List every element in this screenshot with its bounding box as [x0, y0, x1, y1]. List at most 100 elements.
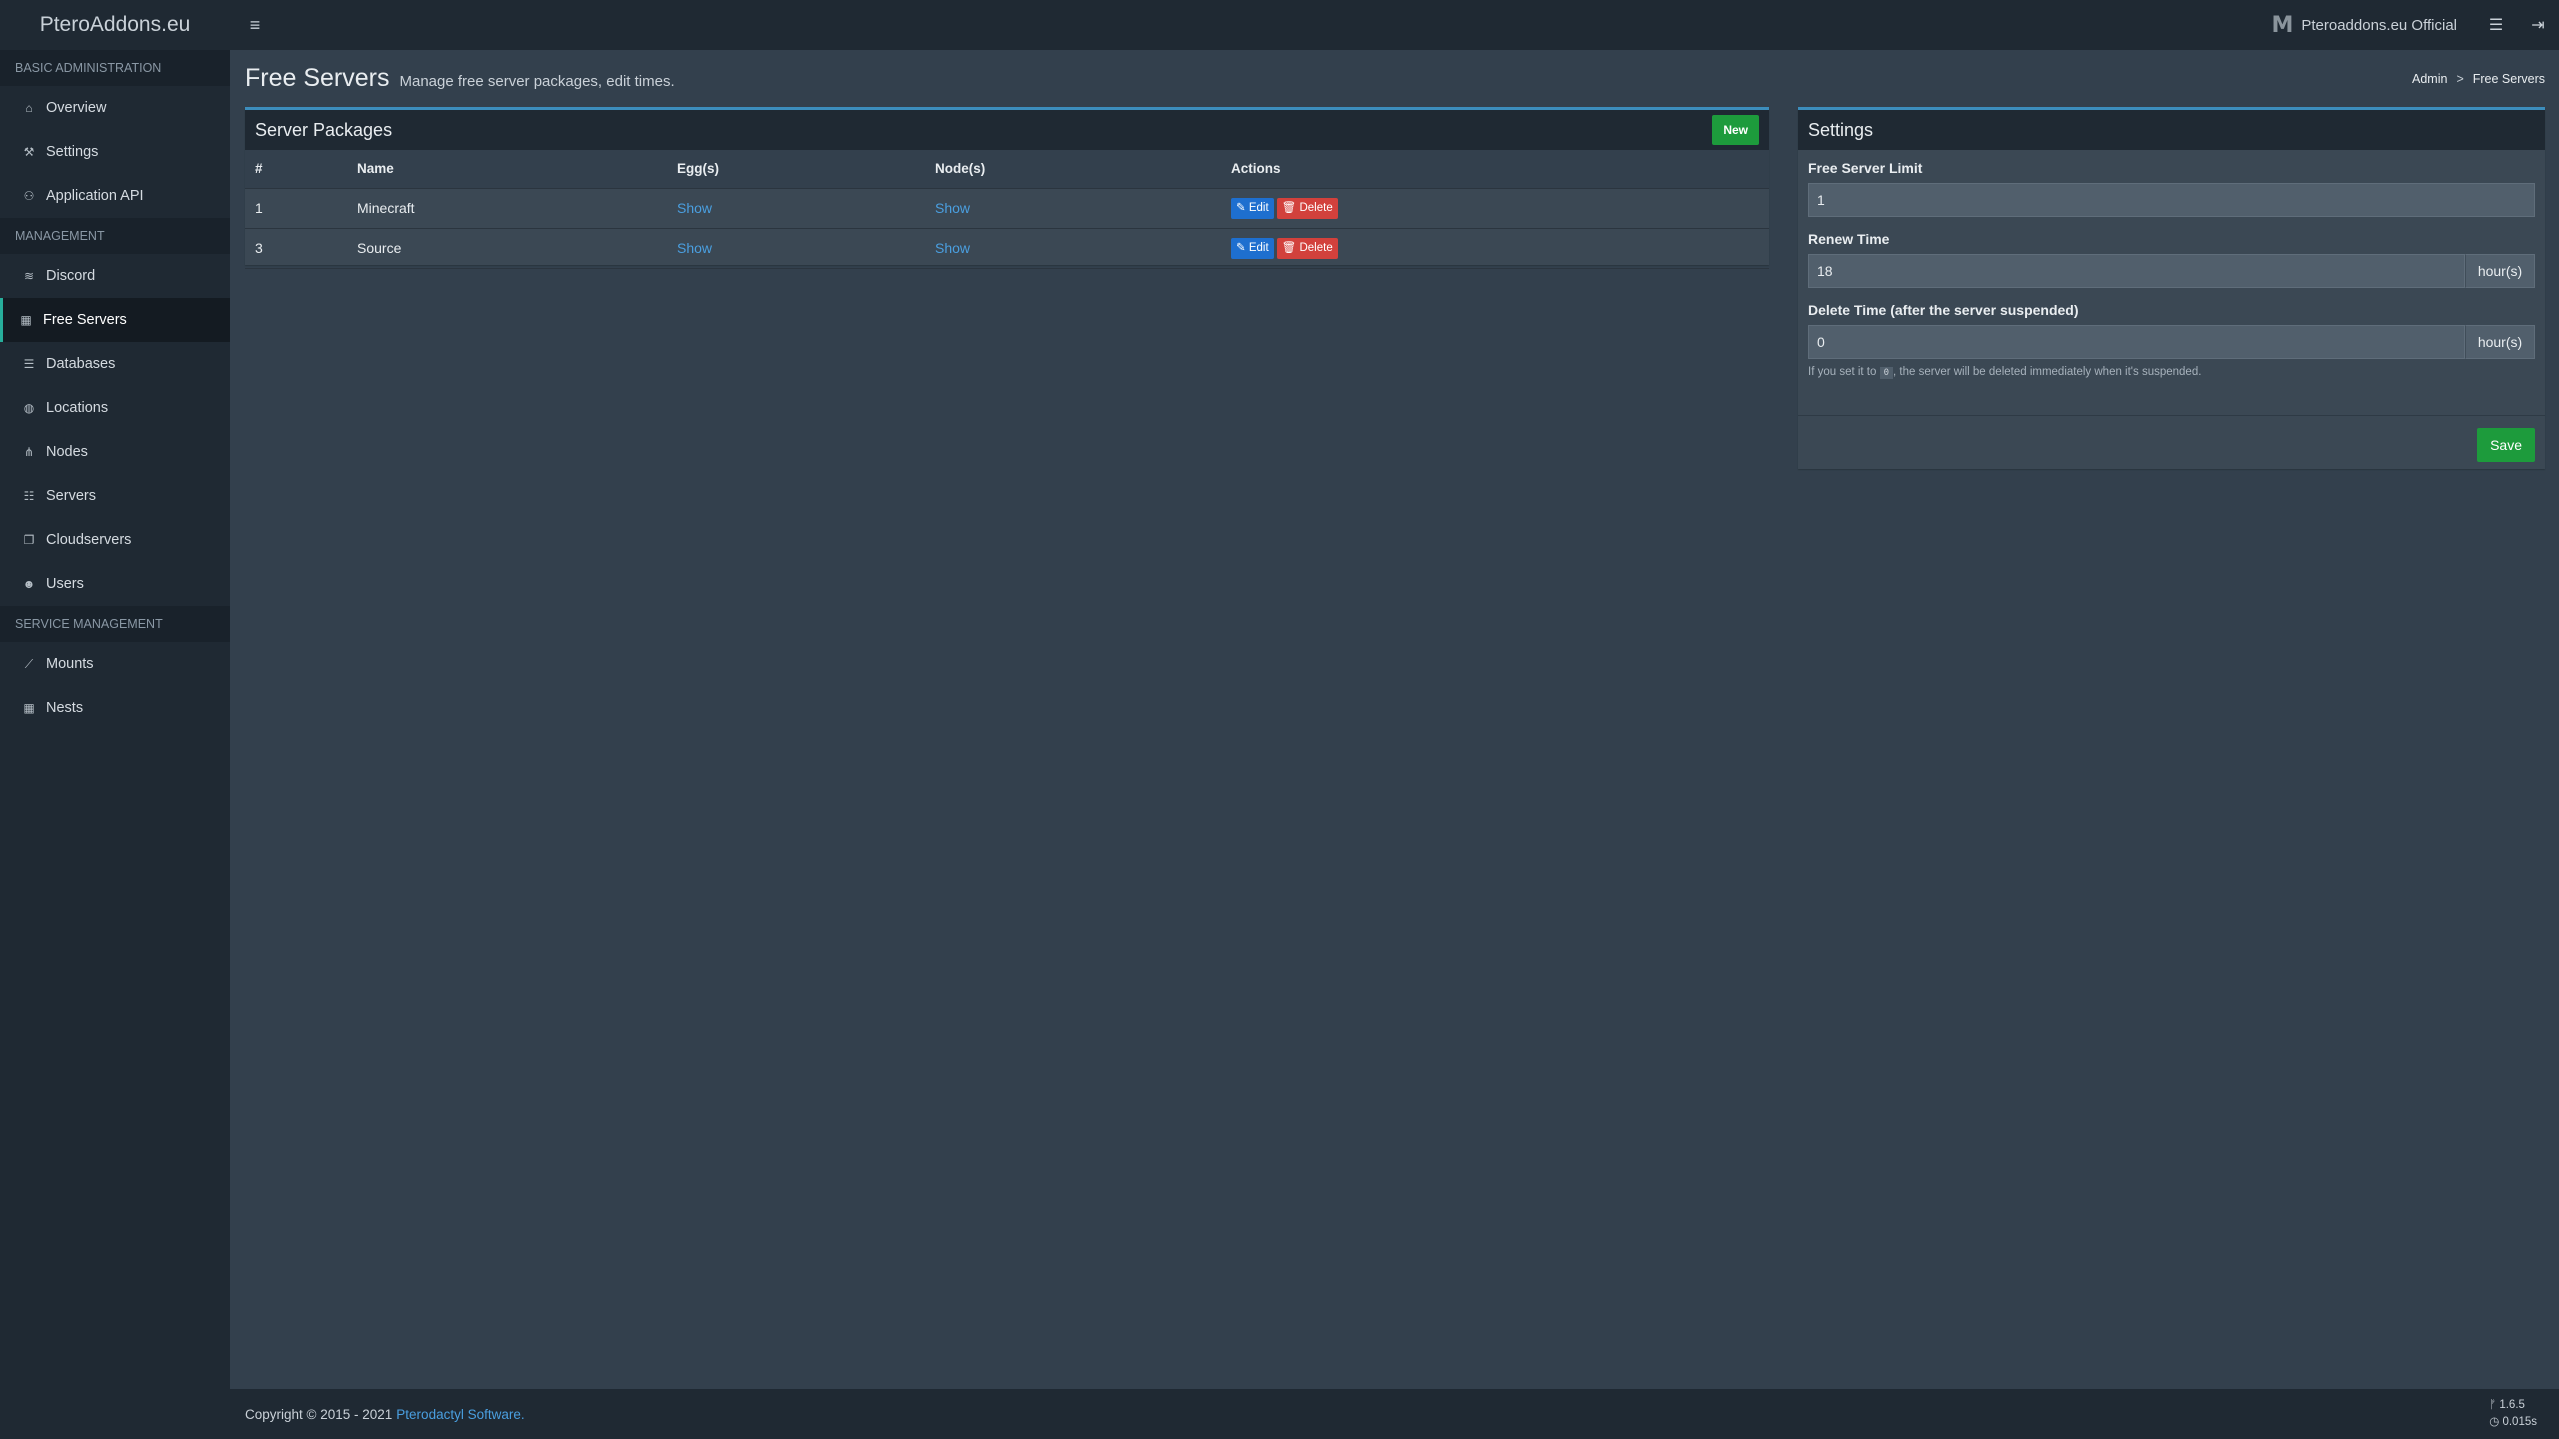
delete-label: Delete: [1299, 201, 1333, 214]
breadcrumb-current: Free Servers: [2472, 72, 2545, 86]
home-icon: ⌂: [25, 101, 33, 115]
cell-name: Source: [347, 228, 667, 269]
sidebar-item-settings[interactable]: ⚒ Settings: [0, 130, 230, 174]
sidebar-item-application-api[interactable]: ⚇ Application API: [0, 174, 230, 218]
edit-label: Edit: [1248, 201, 1269, 214]
sitemap-icon: ⋔: [23, 445, 35, 459]
delete-unit-addon: hour(s): [2465, 325, 2535, 359]
cell-name: Minecraft: [347, 188, 667, 229]
server-list-icon[interactable]: ☰: [2475, 0, 2517, 50]
server-packages-box: Server Packages New # Name Egg(s) Node(s…: [245, 107, 1769, 269]
sidebar-toggle-icon[interactable]: ≡: [244, 14, 266, 36]
main-content: Free Servers Manage free server packages…: [230, 50, 2559, 1389]
table-header-row: # Name Egg(s) Node(s) Actions: [245, 150, 1769, 189]
delete-label: Delete: [1299, 241, 1333, 254]
copyright-text: Copyright © 2015 - 2021: [245, 1406, 393, 1422]
renew-time-input[interactable]: [1808, 254, 2465, 288]
sidebar-item-nests[interactable]: ▦ Nests: [0, 686, 230, 730]
clock-icon: ◷: [2489, 1416, 2500, 1428]
time-line: ◷ 0.015s: [2489, 1414, 2537, 1431]
settings-box: Settings Free Server Limit Renew Time ho…: [1798, 107, 2545, 469]
sidebar-item-label: Application API: [46, 188, 144, 204]
list-icon: ☷: [23, 489, 35, 503]
user-avatar: M: [2271, 12, 2293, 38]
sidebar-item-nodes[interactable]: ⋔ Nodes: [0, 430, 230, 474]
breadcrumb-separator: >: [2456, 72, 2464, 86]
page-footer: Copyright © 2015 - 2021 Pterodactyl Soft…: [230, 1389, 2559, 1439]
trash-icon: 🗑: [1281, 201, 1297, 214]
column-header-name: Name: [347, 150, 667, 189]
calendar-icon: ▦: [20, 313, 32, 327]
box-title: Server Packages: [255, 119, 393, 140]
delete-input-group: hour(s): [1808, 325, 2535, 359]
show-eggs-link[interactable]: Show: [677, 200, 712, 216]
sidebar-item-servers[interactable]: ☷ Servers: [0, 474, 230, 518]
sidebar-item-label: Cloudservers: [46, 532, 132, 548]
show-nodes-link[interactable]: Show: [935, 200, 970, 216]
free-server-limit-input[interactable]: [1808, 183, 2535, 217]
sidebar-item-label: Nodes: [46, 444, 88, 460]
top-right-menu: M Pteroaddons.eu Official ☰ ⇥: [2253, 0, 2559, 50]
content-header: Free Servers Manage free server packages…: [245, 64, 675, 93]
renew-label: Renew Time: [1808, 231, 1890, 247]
users-icon: ☻: [22, 577, 36, 591]
version-line: ᚠ 1.6.5: [2489, 1397, 2537, 1414]
sidebar-item-label: Discord: [46, 268, 96, 284]
page-title: Free Servers: [245, 64, 390, 92]
globe-icon: ◍: [23, 401, 35, 415]
edit-button[interactable]: ✎ Edit: [1231, 197, 1274, 219]
sidebar-item-label: Servers: [46, 488, 96, 504]
sidebar-item-label: Mounts: [46, 656, 94, 672]
sidebar-item-users[interactable]: ☻ Users: [0, 562, 230, 606]
sidebar-item-free-servers[interactable]: ▦ Free Servers: [0, 298, 230, 342]
breadcrumb-admin[interactable]: Admin: [2412, 72, 2447, 86]
breadcrumb: Admin > Free Servers: [2412, 72, 2545, 86]
sidebar-item-cloudservers[interactable]: ❐ Cloudservers: [0, 518, 230, 562]
pterodactyl-link[interactable]: Pterodactyl Software.: [396, 1407, 524, 1422]
save-button[interactable]: Save: [2477, 428, 2535, 462]
sidebar: BASIC ADMINISTRATION ⌂ Overview ⚒ Settin…: [0, 50, 230, 1439]
help-code: 0: [1879, 367, 1894, 379]
show-nodes-link[interactable]: Show: [935, 240, 970, 256]
sidebar-item-databases[interactable]: ☰ Databases: [0, 342, 230, 386]
renew-input-group: hour(s): [1808, 254, 2535, 288]
sidebar-section-basic: BASIC ADMINISTRATION: [0, 50, 230, 86]
sidebar-item-mounts[interactable]: ⟋ Mounts: [0, 642, 230, 686]
brand-logo[interactable]: PteroAddons.eu: [0, 0, 230, 50]
user-menu[interactable]: M Pteroaddons.eu Official: [2253, 13, 2475, 38]
pencil-icon: ✎: [1236, 241, 1246, 254]
column-header-id: #: [245, 150, 347, 189]
sidebar-item-overview[interactable]: ⌂ Overview: [0, 86, 230, 130]
sidebar-item-label: Databases: [46, 356, 116, 372]
wrench-icon: ⚒: [23, 145, 35, 159]
sidebar-item-discord[interactable]: ≋ Discord: [0, 254, 230, 298]
logout-icon[interactable]: ⇥: [2517, 0, 2559, 50]
renew-group: Renew Time hour(s): [1798, 231, 2545, 288]
settings-footer: Save: [1798, 415, 2545, 469]
page-subtitle: Manage free server packages, edit times.: [399, 73, 675, 90]
sidebar-item-locations[interactable]: ◍ Locations: [0, 386, 230, 430]
table-row: 3 Source Show Show ✎ Edit 🗑 Delete: [245, 228, 1769, 269]
branch-icon: ᚠ: [2489, 1399, 2497, 1411]
delete-button[interactable]: 🗑 Delete: [1276, 197, 1338, 219]
show-eggs-link[interactable]: Show: [677, 240, 712, 256]
magic-icon: ⟋: [24, 656, 34, 671]
sidebar-item-label: Users: [46, 576, 84, 592]
delete-group: Delete Time (after the server suspended)…: [1798, 302, 2545, 379]
table-row: 1 Minecraft Show Show ✎ Edit 🗑 Delete: [245, 188, 1769, 229]
sidebar-section-service: SERVICE MANAGEMENT: [0, 606, 230, 642]
cell-id: 1: [245, 188, 347, 229]
limit-label: Free Server Limit: [1808, 160, 1923, 176]
sidebar-item-label: Locations: [46, 400, 109, 416]
new-package-button[interactable]: New: [1712, 115, 1759, 145]
delete-button[interactable]: 🗑 Delete: [1276, 237, 1338, 259]
delete-time-input[interactable]: [1808, 325, 2465, 359]
renew-unit-addon: hour(s): [2465, 254, 2535, 288]
box-title: Settings: [1808, 119, 1874, 140]
delete-help-text: If you set it to 0, the server will be d…: [1808, 366, 2535, 379]
cell-id: 3: [245, 228, 347, 269]
top-navbar: PteroAddons.eu ≡ M Pteroaddons.eu Offici…: [0, 0, 2559, 50]
edit-button[interactable]: ✎ Edit: [1231, 237, 1274, 259]
server-packages-header: Server Packages New: [245, 110, 1769, 150]
footer-meta: ᚠ 1.6.5 ◷ 0.015s: [2489, 1397, 2537, 1431]
